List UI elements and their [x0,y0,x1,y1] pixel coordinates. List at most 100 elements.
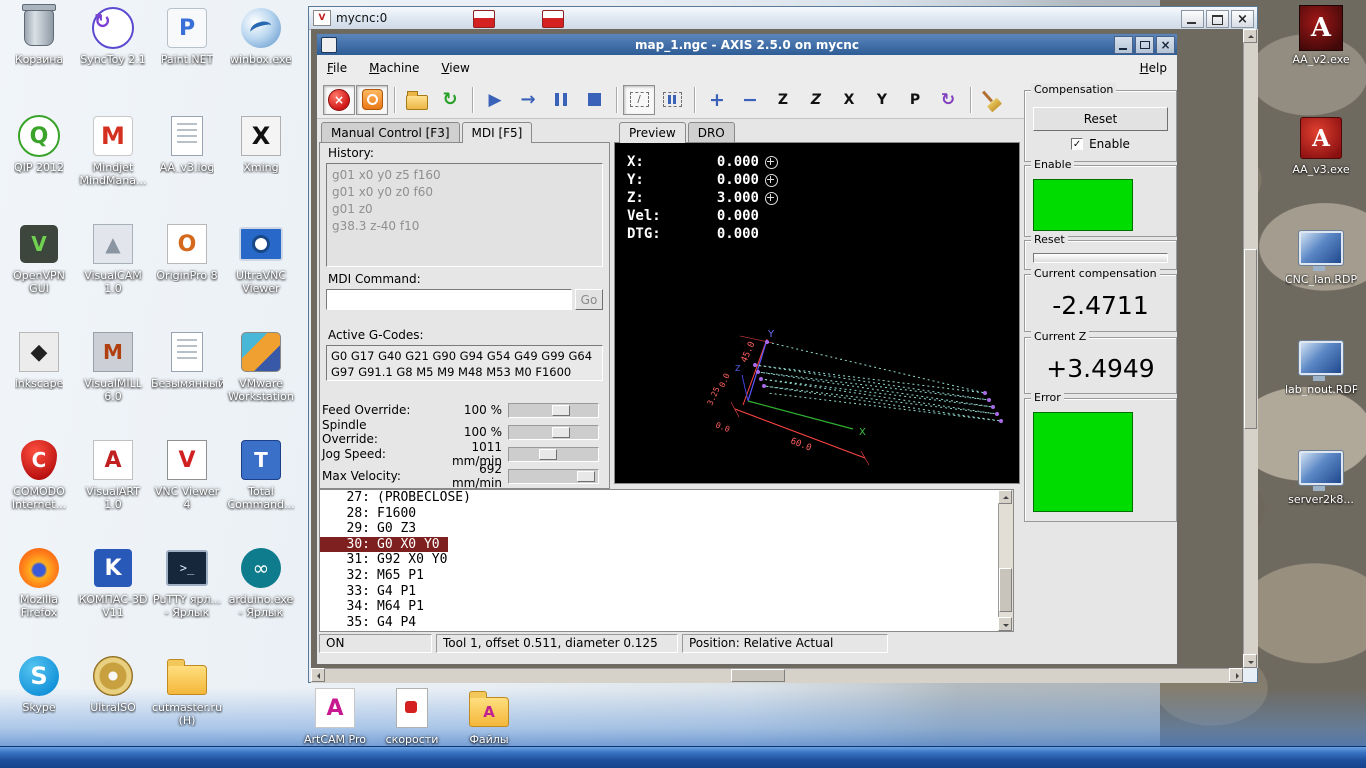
desktop-icon-visualcam[interactable]: VisualCAM 1.0 [76,220,150,328]
gcode-line[interactable]: 35:G4 P4 [320,615,1013,631]
minimize-button[interactable] [1114,36,1133,54]
step-button[interactable] [512,85,544,115]
gcode-line[interactable]: 33:G4 P1 [320,584,1013,600]
desktop-icon-lab-nout-rdp[interactable]: lab_nout.RDP [1284,334,1358,444]
desktop-icon-skype[interactable]: Skype [2,652,76,760]
minimize-button[interactable] [1181,10,1204,28]
menu-file[interactable]: File [327,61,347,75]
scrollbar-thumb[interactable] [731,669,785,682]
menu-view[interactable]: View [441,61,469,75]
taskbar[interactable] [0,746,1366,768]
feed-override-slider[interactable] [508,403,599,418]
compensation-reset-button[interactable]: Reset [1033,107,1168,131]
view-side-button[interactable] [833,85,865,115]
vnc-remote-desktop[interactable]: map_1.ngc - AXIS 2.5.0 on mycnc File Mac… [311,29,1243,668]
desktop-icon-vncviewer[interactable]: VNC Viewer 4 [150,436,224,544]
stop-button[interactable] [578,85,610,115]
history-item[interactable]: g01 x0 y0 z0 f60 [332,184,597,201]
desktop-icon-originpro[interactable]: OriginPro 8 [150,220,224,328]
history-item[interactable]: g38.3 z-40 f10 [332,218,597,235]
mdi-command-input[interactable] [326,289,572,310]
slider-thumb[interactable] [577,471,595,482]
scroll-right-button[interactable] [1229,668,1243,682]
open-file-button[interactable] [401,85,433,115]
scrollbar-thumb[interactable] [999,568,1012,612]
scroll-down-button[interactable] [998,617,1012,631]
desktop-icon-putty[interactable]: PuTTY ярл... - Ярлык [150,544,224,652]
desktop-icon-visualart[interactable]: VisualART 1.0 [76,436,150,544]
vnc-titlebar[interactable]: mycnc:0 [309,7,1257,30]
desktop-icon-winbox[interactable]: winbox.exe [224,4,298,112]
desktop-icon-recycle-bin[interactable]: Корзина [2,4,76,112]
desktop-icon-firefox[interactable]: Mozilla Firefox [2,544,76,652]
desktop-icon-cutmaster[interactable]: cutmaster.ru (H) [150,652,224,760]
spindle-override-slider[interactable] [508,425,599,440]
go-button[interactable]: Go [575,289,603,310]
desktop-icon-aa-v3[interactable]: AA_v3.exe [1284,114,1358,224]
gcode-line-current[interactable]: 30:G0 X0 Y0 [320,537,1013,553]
maximize-button[interactable] [1206,10,1229,28]
gcode-line[interactable]: 29:G0 Z3 [320,521,1013,537]
estop-button[interactable] [323,85,355,115]
desktop-icon-inkscape[interactable]: Inkscape [2,328,76,436]
desktop-icon-mindjet[interactable]: Mindjet MindMana... [76,112,150,220]
scrollbar-thumb[interactable] [1244,249,1257,429]
zoom-out-button[interactable] [734,85,766,115]
desktop-icon-totalcmd[interactable]: Total Command... [224,436,298,544]
desktop-icon-qip[interactable]: QIP 2012 [2,112,76,220]
maximize-button[interactable] [1135,36,1154,54]
view-front-button[interactable] [866,85,898,115]
scroll-left-button[interactable] [311,668,325,682]
tab-manual-control[interactable]: Manual Control [F3] [321,122,460,143]
vnc-toolbar-icon-2[interactable] [542,10,564,28]
axis-titlebar[interactable]: map_1.ngc - AXIS 2.5.0 on mycnc [317,34,1177,55]
desktop-icon-arduino[interactable]: arduino.exe - Ярлык [224,544,298,652]
desktop-icon-ultraiso[interactable]: UltraISO [76,652,150,760]
vnc-vertical-scrollbar[interactable] [1243,29,1258,668]
desktop-icon-openvpn[interactable]: OpenVPN GUI [2,220,76,328]
view-rotated-top-button[interactable] [800,85,832,115]
tab-mdi[interactable]: MDI [F5] [462,122,533,143]
gcode-line[interactable]: 32:M65 P1 [320,568,1013,584]
desktop-icon-paintnet[interactable]: Paint.NET [150,4,224,112]
optional-pause-toggle[interactable] [656,85,688,115]
pause-button[interactable] [545,85,577,115]
preview-canvas[interactable]: X:0.000 Y:0.000 Z:3.000 Vel:0.000 DTG:0.… [614,142,1020,484]
vnc-toolbar-icon-1[interactable] [473,10,495,28]
gcode-scrollbar[interactable] [998,490,1013,631]
close-button[interactable] [1231,10,1254,28]
slider-thumb[interactable] [539,449,557,460]
desktop-icon-aa-v2[interactable]: AA_v2.exe [1284,4,1358,114]
toolpath-plot[interactable]: 45.0 60.0 3.25 0.0 0.0 X Y Z [615,143,1019,483]
slider-thumb[interactable] [552,405,570,416]
desktop-icon-aa-log[interactable]: AA_v3.log [150,112,224,220]
desktop-icon-untitled[interactable]: Безымянный [150,328,224,436]
jog-speed-slider[interactable] [508,447,599,462]
run-button[interactable] [479,85,511,115]
reload-file-button[interactable] [434,85,466,115]
machine-power-button[interactable] [356,85,388,115]
desktop-icon-comodo[interactable]: COMODO Internet... [2,436,76,544]
desktop-icon-kompas[interactable]: КОМПАС-3D V11 [76,544,150,652]
desktop-icon-xming[interactable]: Xming [224,112,298,220]
rotate-view-button[interactable] [932,85,964,115]
desktop-icon-visualmill[interactable]: VisualMILL 6.0 [76,328,150,436]
tab-dro[interactable]: DRO [688,122,735,143]
scroll-up-button[interactable] [1243,29,1257,43]
scroll-down-button[interactable] [1243,654,1257,668]
history-item[interactable]: g01 x0 y0 z5 f160 [332,167,597,184]
desktop-icon-cnc-lan-rdp[interactable]: CNC_lan.RDP [1284,224,1358,334]
max-velocity-slider[interactable] [508,469,599,484]
view-top-button[interactable] [767,85,799,115]
skip-lines-toggle[interactable] [623,85,655,115]
close-button[interactable] [1156,36,1175,54]
menu-help[interactable]: Help [1140,61,1167,75]
gcode-listing[interactable]: 27:(PROBECLOSE) 28:F1600 29:G0 Z3 30:G0 … [319,489,1014,632]
view-perspective-button[interactable] [899,85,931,115]
desktop-icon-vmware[interactable]: VMware Workstation [224,328,298,436]
zoom-in-button[interactable] [701,85,733,115]
slider-thumb[interactable] [552,427,570,438]
vnc-horizontal-scrollbar[interactable] [311,668,1243,683]
gcode-line[interactable]: 34:M64 P1 [320,599,1013,615]
scroll-up-button[interactable] [998,490,1012,504]
